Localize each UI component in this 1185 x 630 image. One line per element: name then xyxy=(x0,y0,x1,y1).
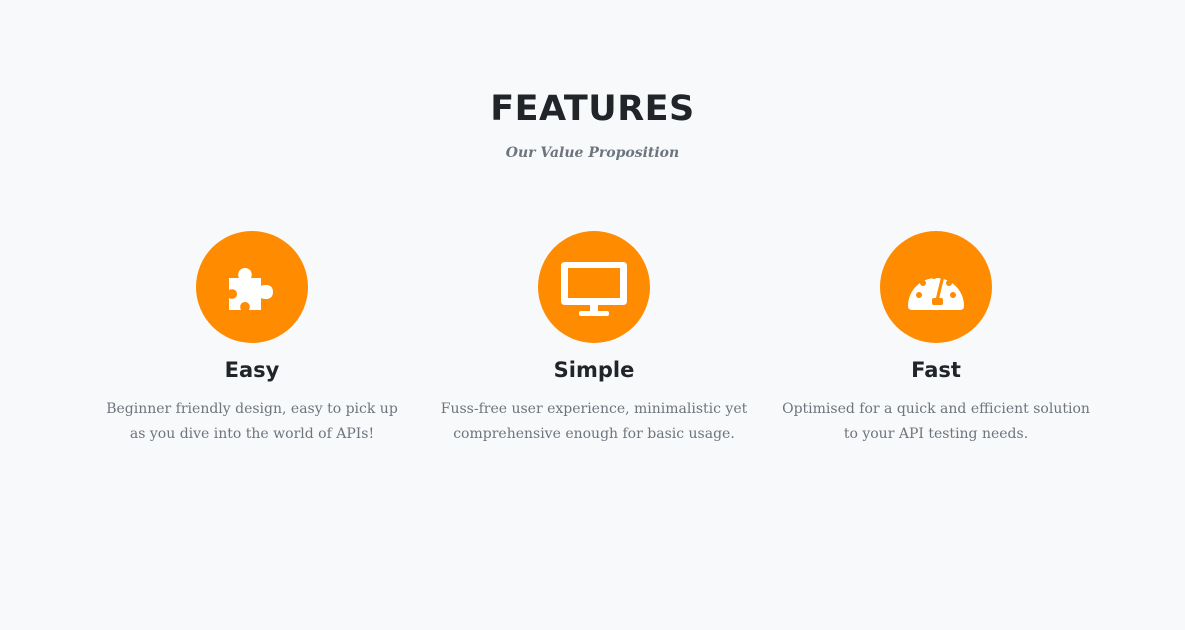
feature-title: Easy xyxy=(224,358,280,382)
feature-icon-circle xyxy=(880,231,992,343)
feature-icon-circle xyxy=(538,231,650,343)
feature-easy: Easy Beginner friendly design, easy to p… xyxy=(87,231,417,447)
feature-title: Fast xyxy=(911,358,961,382)
feature-description: Optimised for a quick and efficient solu… xyxy=(782,401,1090,442)
feature-title: Simple xyxy=(553,358,635,382)
feature-simple: Simple Fuss-free user experience, minima… xyxy=(429,231,759,447)
speedometer-icon xyxy=(901,252,971,322)
puzzle-piece-icon xyxy=(217,252,287,322)
feature-icon-circle xyxy=(196,231,308,343)
features-section: FEATURES Our Value Proposition Easy Begi… xyxy=(0,0,1185,630)
feature-fast: Fast Optimised for a quick and efficient… xyxy=(771,231,1101,447)
desktop-monitor-icon xyxy=(559,252,629,322)
feature-description: Beginner friendly design, easy to pick u… xyxy=(106,401,398,442)
feature-description: Fuss-free user experience, minimalistic … xyxy=(440,401,748,442)
section-subheading: Our Value Proposition xyxy=(505,145,680,161)
section-heading: FEATURES xyxy=(490,89,695,129)
